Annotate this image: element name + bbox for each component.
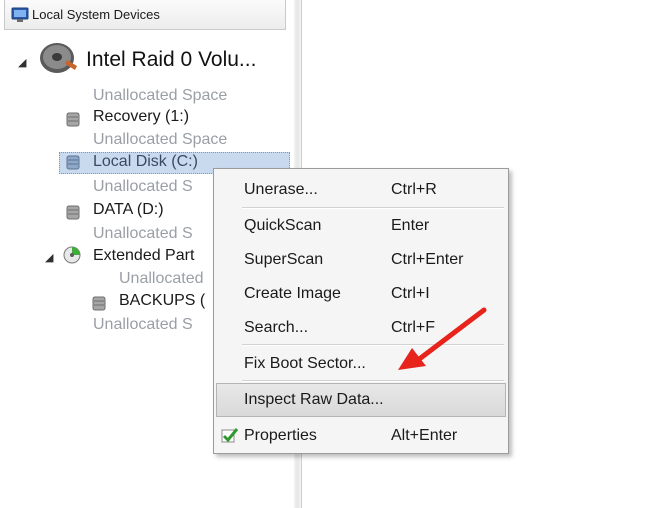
volume-icon (66, 155, 80, 170)
menu-item-shortcut: Enter (391, 217, 430, 234)
extended-expander[interactable]: ◢ (45, 251, 53, 264)
menu-item-label: Inspect Raw Data... (244, 391, 384, 408)
menu-item-inspect-raw-data[interactable]: Inspect Raw Data... (216, 383, 506, 417)
tree-item-unallocated[interactable]: Unallocated Space (93, 131, 227, 149)
menu-item-label: Unerase... (244, 181, 318, 198)
menu-item-label: Fix Boot Sector... (244, 355, 366, 372)
menu-item-label: QuickScan (244, 217, 322, 234)
disk-label[interactable]: Intel Raid 0 Volu... (86, 48, 256, 72)
menu-separator (242, 380, 504, 382)
menu-item-superscan[interactable]: SuperScan Ctrl+Enter (216, 243, 506, 277)
menu-item-label: Search... (244, 319, 309, 336)
menu-item-properties[interactable]: Properties Alt+Enter (216, 419, 506, 453)
tree-item-data[interactable]: DATA (D:) (93, 201, 164, 219)
checkmark-icon (221, 428, 239, 443)
menu-item-label: Properties (244, 427, 317, 444)
volume-icon (66, 205, 80, 220)
tree-item-unallocated[interactable]: Unallocated S (93, 316, 193, 334)
tree-item-unallocated[interactable]: Unallocated Space (93, 87, 227, 105)
monitor-icon (11, 7, 29, 22)
volume-icon (66, 112, 80, 127)
tree-item-unallocated[interactable]: Unallocated (119, 270, 204, 288)
tree-item-unallocated[interactable]: Unallocated S (93, 225, 193, 243)
volume-icon (92, 296, 106, 311)
menu-item-label: Create Image (244, 285, 341, 302)
hard-drive-icon (40, 43, 77, 73)
menu-item-shortcut: Ctrl+R (391, 181, 437, 198)
red-arrow-annotation (398, 307, 487, 370)
menu-item-shortcut: Alt+Enter (391, 427, 458, 444)
extended-partition-icon (63, 246, 81, 264)
menu-item-label: SuperScan (244, 251, 324, 268)
tree-item-local-disk[interactable]: Local Disk (C:) (93, 153, 198, 171)
pane-header-title: Local System Devices (32, 7, 160, 22)
pane-header: Local System Devices (4, 0, 286, 30)
tree-item-unallocated[interactable]: Unallocated S (93, 178, 193, 196)
menu-item-unerase[interactable]: Unerase... Ctrl+R (216, 173, 506, 207)
menu-item-shortcut: Ctrl+Enter (391, 251, 464, 268)
tree-item-recovery[interactable]: Recovery (1:) (93, 108, 189, 126)
menu-item-quickscan[interactable]: QuickScan Enter (216, 209, 506, 243)
tree-item-backups[interactable]: BACKUPS ( (119, 292, 205, 310)
disk-expander[interactable]: ◢ (18, 56, 26, 69)
tree-item-extended-partition[interactable]: Extended Part (93, 247, 194, 265)
